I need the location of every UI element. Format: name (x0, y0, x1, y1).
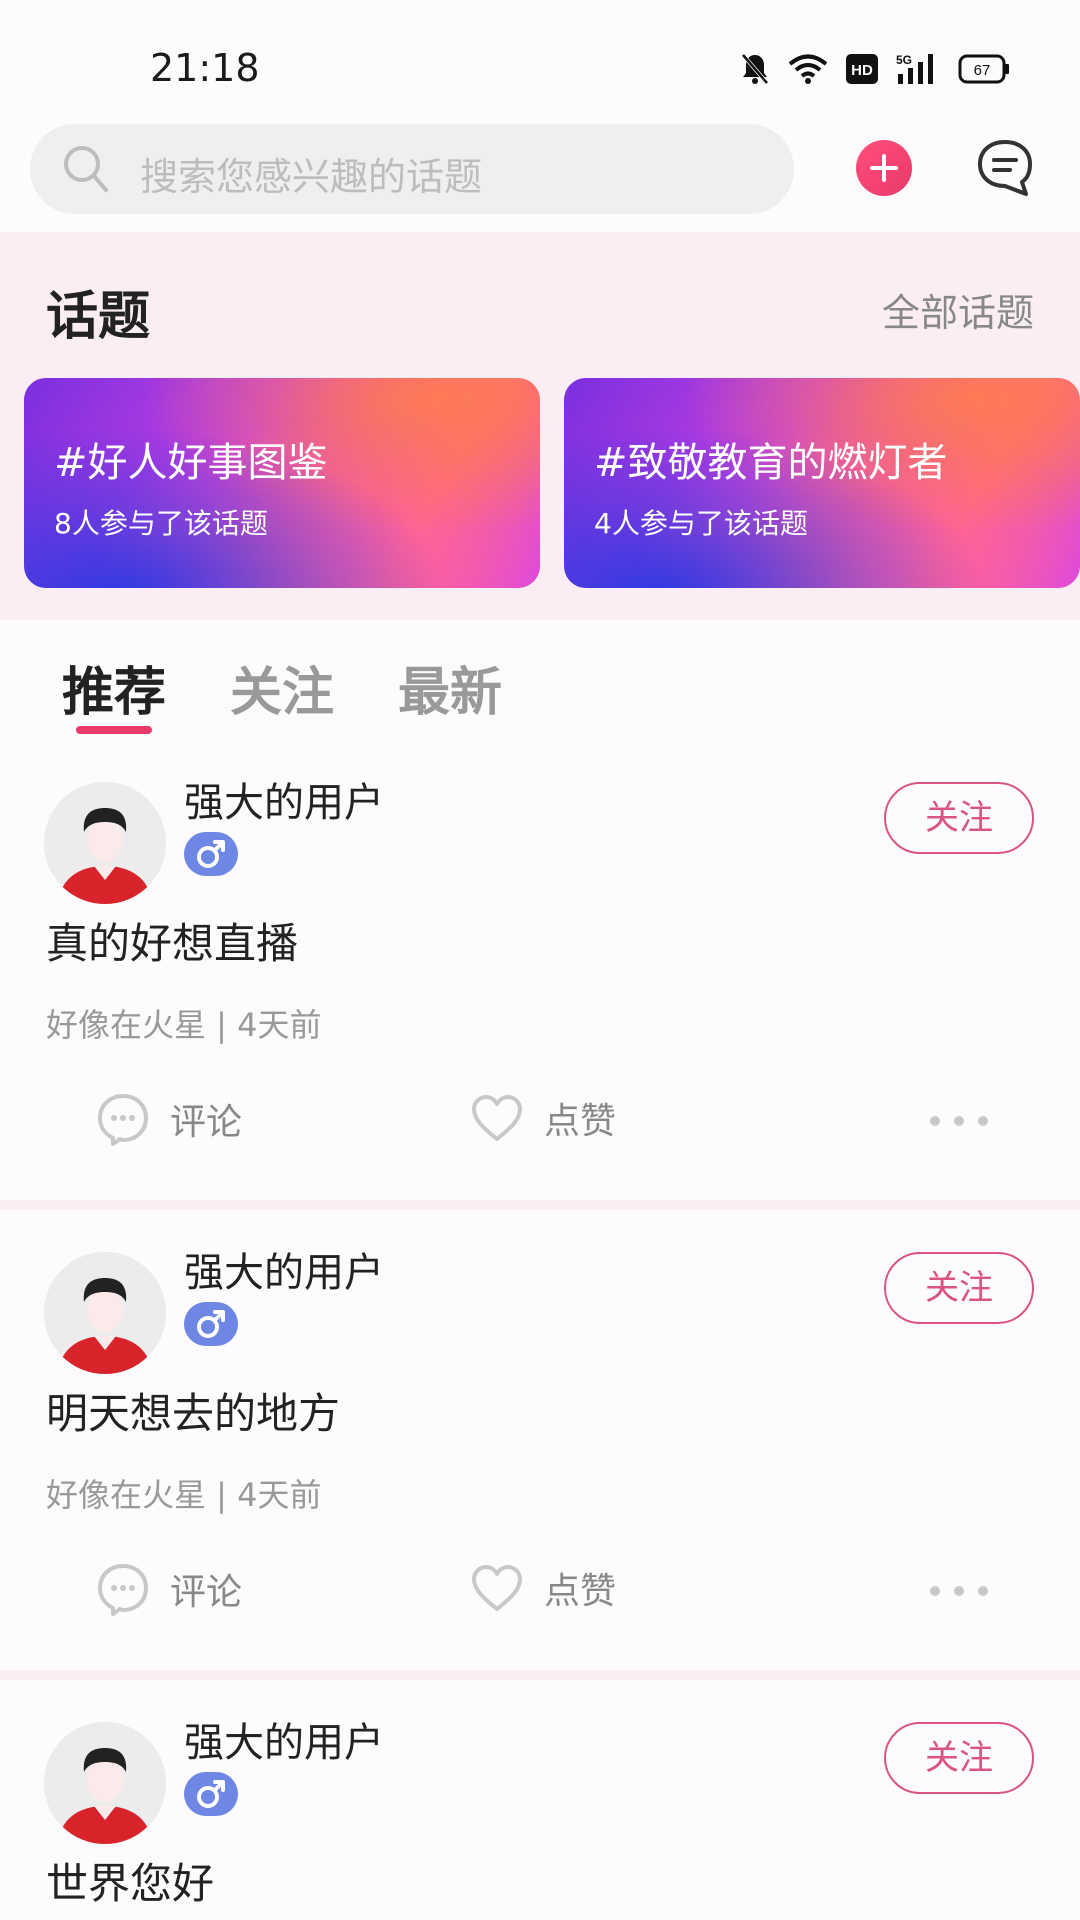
follow-button[interactable]: 关注 (884, 782, 1034, 854)
comment-icon (98, 1564, 148, 1616)
like-button[interactable]: 点赞 (470, 1092, 616, 1144)
comment-label: 评论 (170, 1102, 243, 1143)
active-tab-indicator (76, 726, 152, 734)
heart-icon (472, 1565, 522, 1611)
post-text: 明天想去的地方 (46, 1389, 341, 1438)
follow-button[interactable]: 关注 (884, 1252, 1034, 1324)
username[interactable]: 强大的用户 (184, 770, 384, 828)
topic-participant-count: 4人参与了该话题 (594, 507, 808, 540)
battery-icon: 67 (958, 54, 1009, 84)
all-topics-link[interactable]: 全部话题 (882, 282, 1034, 337)
topic-name: #好人好事图鉴 (54, 440, 328, 486)
more-dot-icon (954, 1586, 964, 1596)
post-card: 强大的用户 关注 世界您好 (0, 1680, 1080, 1920)
tab-latest[interactable]: 最新 (398, 650, 502, 725)
plus-icon (870, 154, 898, 182)
mute-bell-icon (741, 53, 769, 85)
divider (0, 1670, 1080, 1680)
heart-icon (472, 1095, 522, 1141)
gender-male-badge (184, 832, 238, 876)
username[interactable]: 强大的用户 (184, 1710, 384, 1768)
post-meta: 好像在火星 | 4天前 (46, 1476, 322, 1514)
more-dot-icon (954, 1116, 964, 1126)
post-card: 强大的用户 关注 明天想去的地方 好像在火星 | 4天前 评论 点赞 (0, 1210, 1080, 1680)
add-post-button[interactable] (856, 140, 912, 196)
more-options-button[interactable] (930, 1586, 988, 1596)
search-row: 搜索您感兴趣的话题 (0, 120, 1080, 220)
tab-following[interactable]: 关注 (230, 650, 334, 725)
topic-card[interactable]: #好人好事图鉴 8人参与了该话题 (24, 378, 540, 588)
like-label: 点赞 (544, 1571, 617, 1612)
tab-recommended[interactable]: 推荐 (62, 650, 166, 725)
network-label: 5G (896, 53, 912, 67)
more-options-button[interactable] (930, 1116, 988, 1126)
topic-name: #致敬教育的燃灯者 (594, 440, 948, 486)
search-placeholder: 搜索您感兴趣的话题 (140, 155, 483, 199)
battery-level: 67 (974, 62, 991, 79)
comment-button[interactable]: 评论 (96, 1562, 242, 1616)
gender-male-badge (184, 1772, 238, 1816)
comment-button[interactable]: 评论 (96, 1092, 242, 1146)
search-icon (64, 146, 108, 192)
feed-tabs: 推荐 关注 最新 (0, 620, 1080, 740)
divider (0, 1200, 1080, 1210)
more-dot-icon (978, 1116, 988, 1126)
avatar[interactable] (44, 782, 166, 904)
post-text: 真的好想直播 (46, 919, 299, 968)
user-avatar-icon (44, 1252, 166, 1374)
topic-participant-count: 8人参与了该话题 (54, 507, 268, 540)
follow-button[interactable]: 关注 (884, 1722, 1034, 1794)
more-dot-icon (930, 1586, 940, 1596)
user-avatar-icon (44, 782, 166, 904)
search-input[interactable]: 搜索您感兴趣的话题 (30, 124, 794, 214)
user-avatar-icon (44, 1722, 166, 1844)
more-dot-icon (978, 1586, 988, 1596)
like-label: 点赞 (544, 1101, 617, 1142)
comment-icon (98, 1094, 148, 1146)
signal-5g-icon: 5G (896, 53, 933, 84)
hd-icon: HD (846, 54, 878, 84)
wifi-icon (788, 54, 828, 84)
status-time: 21:18 (150, 46, 260, 90)
post-meta: 好像在火星 | 4天前 (46, 1006, 322, 1044)
male-icon (197, 1310, 225, 1338)
avatar[interactable] (44, 1252, 166, 1374)
more-dot-icon (930, 1116, 940, 1126)
avatar[interactable] (44, 1722, 166, 1844)
username[interactable]: 强大的用户 (184, 1240, 384, 1298)
male-icon (197, 840, 225, 868)
comment-label: 评论 (170, 1572, 243, 1613)
message-icon[interactable] (976, 138, 1034, 198)
post-text: 世界您好 (46, 1859, 215, 1908)
like-button[interactable]: 点赞 (470, 1562, 616, 1614)
topics-section: 话题 全部话题 #好人好事图鉴 8人参与了该话题 #致敬教育的燃灯者 4人参与了… (0, 232, 1080, 620)
gender-male-badge (184, 1302, 238, 1346)
status-bar: 21:18 HD 5G 67 (0, 0, 1080, 120)
topic-card[interactable]: #致敬教育的燃灯者 4人参与了该话题 (564, 378, 1080, 588)
status-icons: HD 5G 67 (740, 52, 1010, 86)
hd-label: HD (851, 62, 873, 79)
topics-title: 话题 (46, 287, 151, 347)
post-card: 强大的用户 关注 真的好想直播 好像在火星 | 4天前 评论 点赞 (0, 740, 1080, 1210)
male-icon (197, 1780, 225, 1808)
